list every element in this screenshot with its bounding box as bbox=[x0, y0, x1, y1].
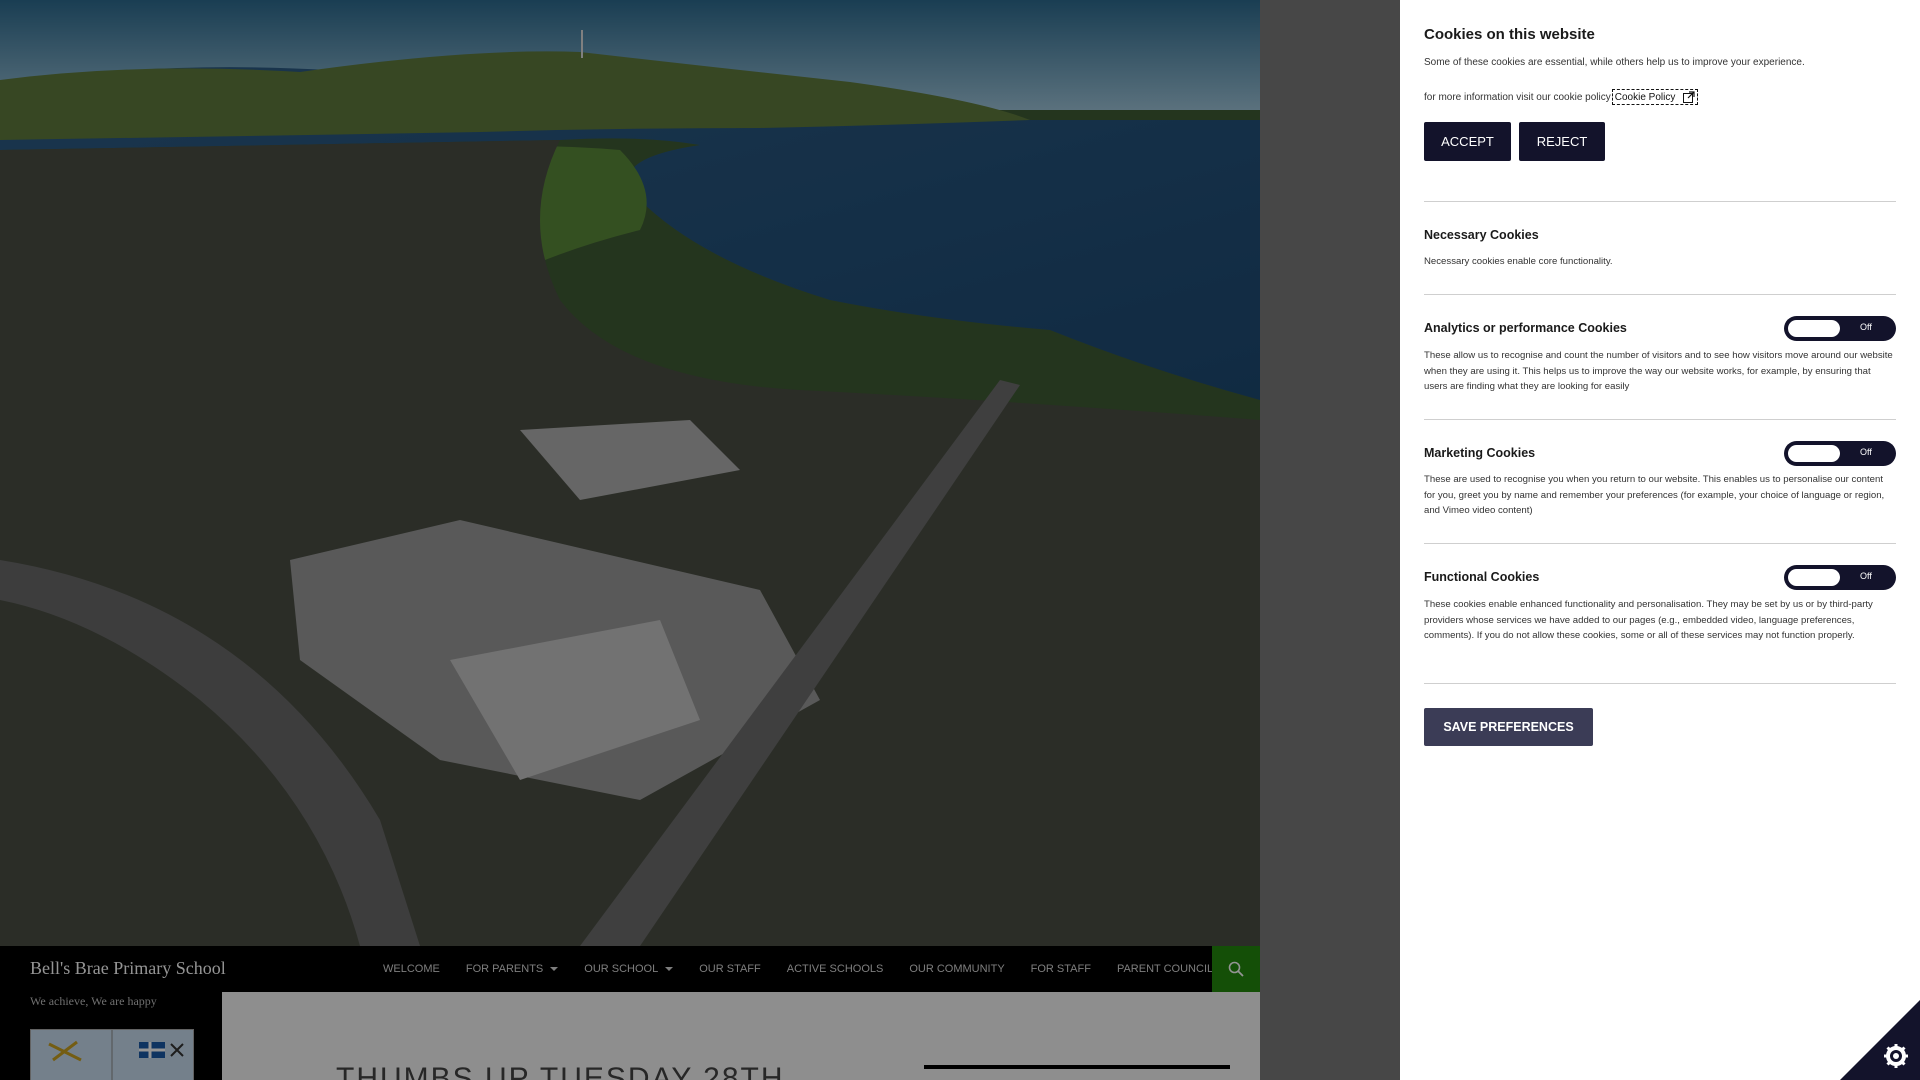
toggle-knob bbox=[1788, 320, 1840, 337]
cookie-panel-title: Cookies on this website bbox=[1424, 26, 1595, 43]
reject-button[interactable]: REJECT bbox=[1519, 122, 1605, 161]
divider bbox=[1424, 201, 1896, 202]
divider bbox=[1424, 294, 1896, 295]
toggle-state-label: Off bbox=[1860, 322, 1872, 332]
divider bbox=[1424, 683, 1896, 684]
toggle-knob bbox=[1788, 569, 1840, 586]
modal-overlay[interactable] bbox=[0, 0, 1400, 1080]
cookie-panel-description: Some of these cookies are essential, whi… bbox=[1424, 57, 1805, 68]
analytics-cookies-description: These allow us to recognise and count th… bbox=[1424, 350, 1893, 392]
toggle-state-label: Off bbox=[1860, 447, 1872, 457]
external-link-icon bbox=[1683, 91, 1695, 103]
functional-cookies-description: These cookies enable enhanced functional… bbox=[1424, 599, 1873, 641]
analytics-cookies-title: Analytics or performance Cookies bbox=[1424, 321, 1627, 335]
marketing-cookies-toggle[interactable]: Off bbox=[1784, 441, 1896, 466]
cookie-policy-text: for more information visit our cookie po… bbox=[1424, 91, 1611, 103]
marketing-cookies-title: Marketing Cookies bbox=[1424, 446, 1536, 460]
cookie-policy-link-label: Cookie Policy bbox=[1614, 91, 1676, 103]
toggle-knob bbox=[1788, 445, 1840, 462]
divider bbox=[1424, 543, 1896, 544]
accept-button[interactable]: ACCEPT bbox=[1424, 122, 1511, 161]
cookie-policy-line: for more information visit our cookie po… bbox=[1424, 89, 1699, 105]
marketing-cookies-description: These are used to recognise you when you… bbox=[1424, 474, 1885, 516]
functional-cookies-title: Functional Cookies bbox=[1424, 570, 1540, 584]
toggle-state-label: Off bbox=[1860, 571, 1872, 581]
cookie-settings-icon[interactable] bbox=[1840, 1000, 1920, 1080]
cookie-panel: Cookies on this website Some of these co… bbox=[1400, 0, 1920, 1080]
necessary-cookies-title: Necessary Cookies bbox=[1424, 228, 1539, 242]
cookie-policy-link[interactable]: Cookie Policy bbox=[1611, 89, 1699, 105]
necessary-cookies-description: Necessary cookies enable core functional… bbox=[1424, 256, 1613, 267]
save-preferences-button[interactable]: SAVE PREFERENCES bbox=[1424, 708, 1593, 746]
analytics-cookies-toggle[interactable]: Off bbox=[1784, 316, 1896, 341]
divider bbox=[1424, 419, 1896, 420]
functional-cookies-toggle[interactable]: Off bbox=[1784, 565, 1896, 590]
